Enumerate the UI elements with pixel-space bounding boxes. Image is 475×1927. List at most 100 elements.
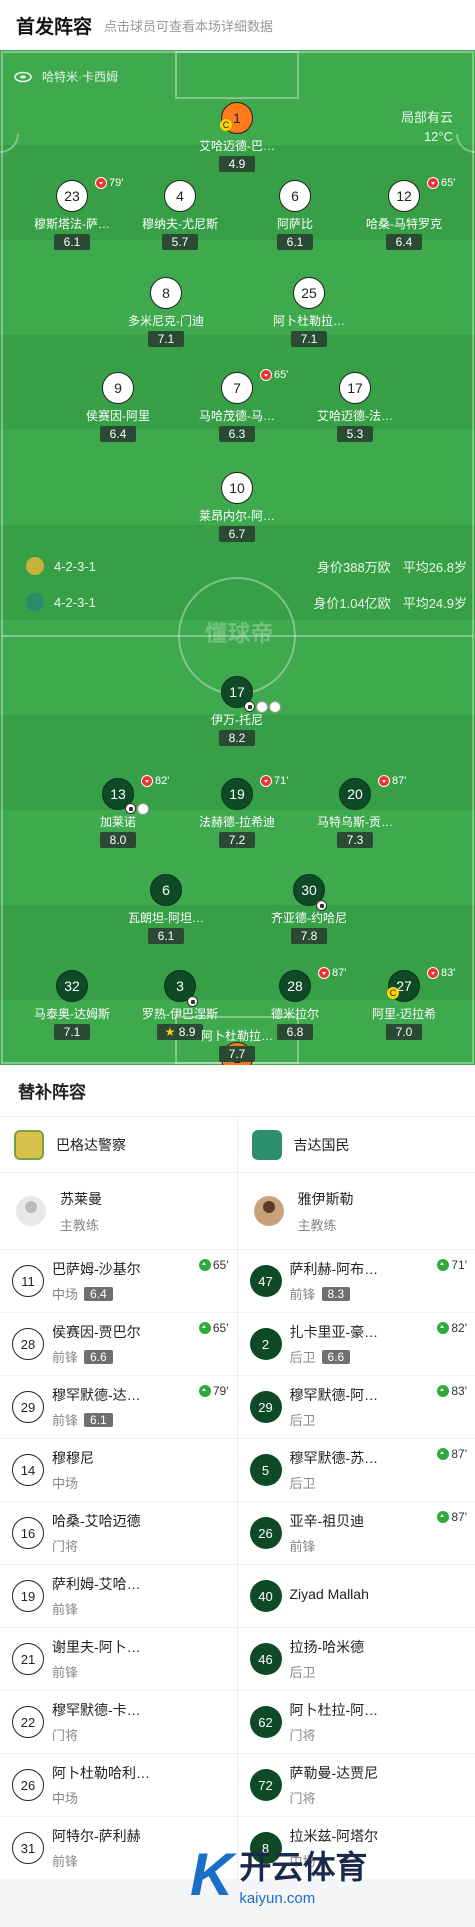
sub-player-row[interactable]: 40 Ziyad Mallah xyxy=(237,1564,475,1627)
away-sub-list: 47 萨利赫-阿布… 前锋 8.3 71' 2 扎卡里亚-豪… 后卫 6.6 82' 29 穆罕默德-… xyxy=(237,1249,475,1879)
sub-player-row[interactable]: 2 扎卡里亚-豪… 后卫 6.6 82' xyxy=(237,1312,475,1375)
sub-player-row[interactable]: 62 阿卜杜拉-阿… 门将 xyxy=(237,1690,475,1753)
player-card[interactable]: 4 穆纳夫-尤尼斯 5.7 xyxy=(125,180,235,251)
sub-name: 穆穆尼 xyxy=(52,1450,94,1466)
sub-number: 28 xyxy=(12,1328,44,1360)
stadium-icon xyxy=(14,71,32,82)
sub-player-row[interactable]: 26 亚辛-祖贝迪 前锋 87' xyxy=(237,1501,475,1564)
player-rating: 7.1 xyxy=(54,1024,90,1040)
home-value: 身价388万欧 xyxy=(316,559,391,575)
player-card[interactable]: 13 82' 加莱诺 8.0 xyxy=(63,775,173,849)
player-card[interactable]: 25 阿卜杜勒拉… 7.1 xyxy=(254,277,364,348)
sub-player-row[interactable]: 29 穆罕默德-阿… 后卫 83' xyxy=(237,1375,475,1438)
sub-position: 中场 xyxy=(52,1476,79,1491)
sub-position-row: 后卫 xyxy=(290,1662,365,1681)
sub-player-row[interactable]: 5 穆罕默德-苏… 后卫 87' xyxy=(237,1438,475,1501)
player-number: 30 xyxy=(293,874,327,911)
player-rating: 6.1 xyxy=(277,234,313,250)
player-rating: 6.3 xyxy=(219,426,255,442)
venue-name: 哈特米·卡西姆 xyxy=(42,70,118,84)
sub-rating: 6.1 xyxy=(84,1412,113,1427)
player-card[interactable]: 6 阿萨比 6.1 xyxy=(240,180,350,251)
sub-name: 萨利赫-阿布… xyxy=(289,1261,379,1277)
sub-player-row[interactable]: 26 阿卜杜勒哈利… 中场 xyxy=(0,1753,237,1816)
assist-icon xyxy=(137,803,149,815)
sub-position-row: 前锋 6.6 xyxy=(52,1347,141,1366)
player-card[interactable]: 9 侯赛因-阿里 6.4 xyxy=(63,372,173,443)
kaiyun-logo: K 开云体育 kaiyun.com xyxy=(190,1822,475,1927)
sub-number: 19 xyxy=(12,1580,44,1612)
goal-icon xyxy=(187,996,198,1007)
player-rating: 6.1 xyxy=(148,928,184,944)
player-card[interactable]: 17 艾哈迈德-法… 5.3 xyxy=(300,372,410,443)
sub-player-row[interactable]: 16 哈桑-艾哈迈德 门将 xyxy=(0,1501,237,1564)
home-sub-list: 11 巴萨姆-沙基尔 中场 6.4 65' 28 侯赛因-贾巴尔 前锋 6.6 65' 29 穆罕默德… xyxy=(0,1249,237,1879)
player-card[interactable]: 8 多米尼克-门迪 7.1 xyxy=(111,277,221,348)
coach-name: 雅伊斯勒 xyxy=(297,1190,354,1207)
sub-player-row[interactable]: 72 萨勒曼-达贾尼 门将 xyxy=(237,1753,475,1816)
player-card[interactable]: 20 87' 马特乌斯-贡… 7.3 xyxy=(300,775,410,849)
sub-player-row[interactable]: 47 萨利赫-阿布… 前锋 8.3 71' xyxy=(237,1249,475,1312)
sub-player-row[interactable]: 14 穆穆尼 中场 xyxy=(0,1438,237,1501)
sub-number: 2 xyxy=(249,1328,282,1360)
player-card[interactable]: 27 83' C 阿里-迈拉希 7.0 xyxy=(349,967,459,1041)
player-card[interactable]: 17 伊万-托尼 8.2 xyxy=(182,676,292,747)
player-rating: 7.0 xyxy=(386,1024,422,1040)
player-number: 1 C xyxy=(220,102,253,134)
sub-player-row[interactable]: 28 侯赛因-贾巴尔 前锋 6.6 65' xyxy=(0,1312,237,1375)
player-card[interactable]: 7 65' 马哈茂德-马… 6.3 xyxy=(182,369,292,443)
sub-name: 扎卡里亚-豪… xyxy=(289,1324,379,1340)
player-rating: 5.3 xyxy=(337,426,373,442)
player-number: 6 xyxy=(150,874,182,906)
sub-position: 前锋 xyxy=(52,1665,79,1680)
player-card[interactable]: 12 65' 哈桑-马特罗克 6.4 xyxy=(349,177,459,251)
player-rating: 7.1 xyxy=(291,331,327,347)
player-card[interactable]: 23 79' 穆斯塔法-萨… 6.1 xyxy=(17,177,127,251)
coach-name: 苏莱曼 xyxy=(60,1190,102,1207)
sub-number: 62 xyxy=(249,1706,282,1738)
goal-icon xyxy=(125,803,136,814)
sub-out-icon xyxy=(427,967,439,979)
player-number: 28 87' xyxy=(279,967,346,1002)
sub-rating: 8.3 xyxy=(321,1286,351,1301)
coach-avatar xyxy=(253,1196,284,1226)
away-coach[interactable]: 雅伊斯勒 主教练 xyxy=(238,1173,475,1249)
player-card[interactable]: 32 马泰奥-达姆斯 7.1 xyxy=(17,970,127,1041)
sub-name: 阿特尔-萨利赫 xyxy=(52,1828,141,1844)
goal-icon xyxy=(244,701,255,712)
home-team-head[interactable]: 巴格达警察 xyxy=(0,1117,237,1173)
sub-player-row[interactable]: 21 谢里夫-阿卜… 前锋 xyxy=(0,1627,237,1690)
sub-number: 16 xyxy=(12,1517,44,1549)
sub-player-row[interactable]: 22 穆罕默德-卡… 门将 xyxy=(0,1690,237,1753)
player-number: 17 xyxy=(221,676,281,713)
away-team-head[interactable]: 吉达国民 xyxy=(237,1117,475,1173)
player-card[interactable]: 30 齐亚德-约哈尼 7.8 xyxy=(254,874,364,945)
player-card[interactable]: 6 瓦朗坦-阿坦… 6.1 xyxy=(111,874,221,945)
player-name: 侯赛因-阿里 xyxy=(86,409,150,423)
sub-in-time: 79' xyxy=(198,1384,229,1398)
player-rating: 8.0 xyxy=(100,832,136,848)
away-value: 身价1.04亿欧 xyxy=(313,595,391,611)
sub-number: 26 xyxy=(12,1769,44,1801)
player-name: 马特乌斯-贡… xyxy=(317,815,393,829)
captain-icon: C xyxy=(387,987,399,999)
sub-player-row[interactable]: 29 穆罕默德-达… 前锋 6.1 79' xyxy=(0,1375,237,1438)
sub-player-row[interactable]: 46 拉扬-哈米德 后卫 xyxy=(237,1627,475,1690)
assist-icon xyxy=(256,701,268,713)
sub-position-row: 中场 xyxy=(52,1473,94,1492)
assist-icon xyxy=(269,701,281,713)
sub-name: 拉扬-哈米德 xyxy=(289,1639,365,1655)
player-card[interactable]: 19 71' 法赫德-拉希迪 7.2 xyxy=(182,775,292,849)
home-coach[interactable]: 苏莱曼 主教练 xyxy=(0,1173,237,1249)
sub-number: 21 xyxy=(12,1643,44,1675)
sub-position: 门将 xyxy=(289,1791,316,1806)
sub-out-icon xyxy=(141,775,153,787)
sub-out-indicator: 79' xyxy=(95,177,123,189)
sub-player-row[interactable]: 11 巴萨姆-沙基尔 中场 6.4 65' xyxy=(0,1249,237,1312)
player-number: 7 65' xyxy=(221,369,288,404)
player-card[interactable]: 10 莱昂内尔-阿… 6.7 xyxy=(182,472,292,543)
sub-out-indicator: 83' xyxy=(427,967,455,979)
player-card[interactable]: 1 C 艾哈迈德-巴… 4.9 xyxy=(182,102,292,173)
home-avg-age: 平均26.8岁 xyxy=(402,559,467,575)
sub-player-row[interactable]: 19 萨利姆-艾哈… 前锋 xyxy=(0,1564,237,1627)
